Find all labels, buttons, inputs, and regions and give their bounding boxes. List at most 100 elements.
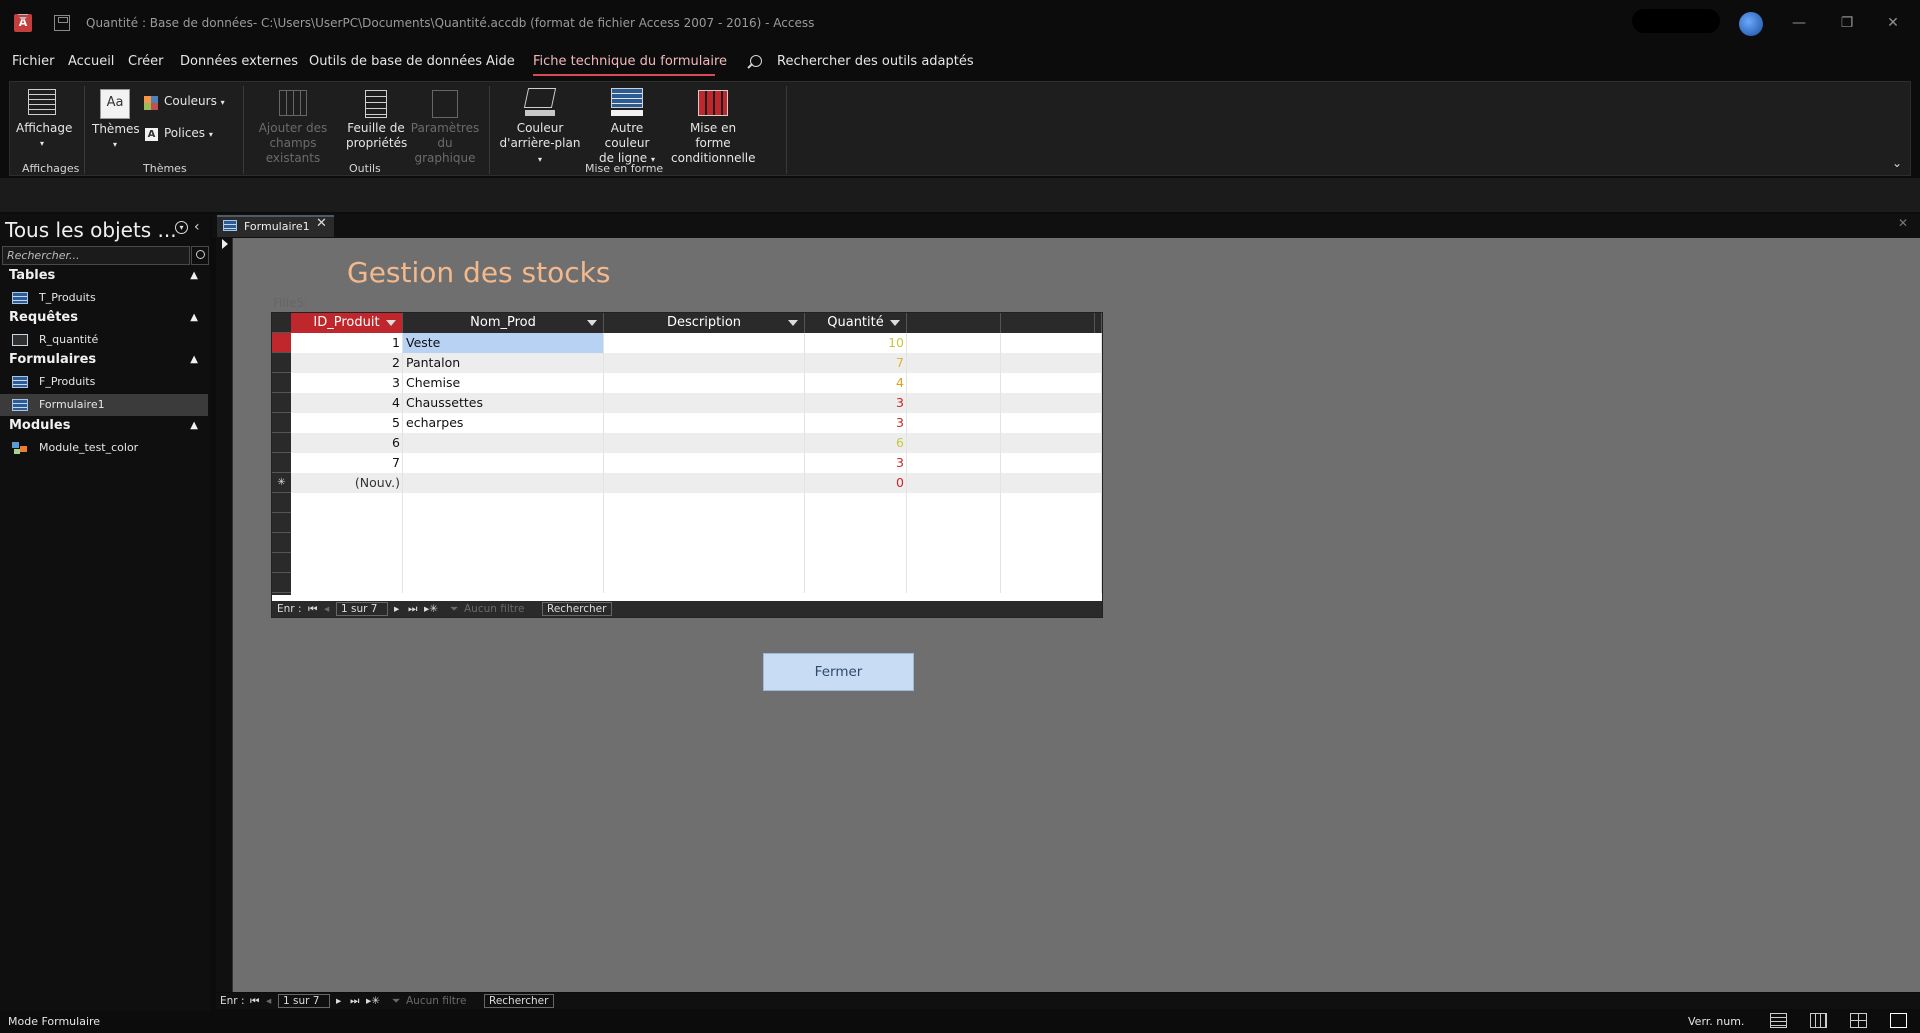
couleurs-button[interactable]: Couleurs ▾	[144, 94, 225, 112]
couleur-arriere-plan-button[interactable]: Couleur d'arrière-plan ▾	[497, 86, 583, 164]
chevron-down-icon[interactable]	[890, 320, 900, 326]
cell-id-produit[interactable]: (Nouv.)	[291, 473, 403, 493]
next-record-icon[interactable]: ▸	[336, 993, 341, 1009]
cell-nom-prod[interactable]	[403, 453, 604, 473]
cell-empty[interactable]	[1001, 353, 1102, 373]
cell-description[interactable]	[604, 473, 805, 493]
layout-view-icon[interactable]	[1850, 1013, 1867, 1028]
cell-empty[interactable]	[907, 473, 1001, 493]
cell-description[interactable]	[604, 453, 805, 473]
nav-item-formulaire1[interactable]: Formulaire1	[0, 394, 208, 416]
column-header-empty[interactable]	[907, 313, 1001, 333]
previous-record-icon[interactable]: ◂	[324, 601, 329, 617]
cell-description[interactable]	[604, 333, 805, 353]
row-selector[interactable]	[272, 353, 291, 373]
cell-id-produit[interactable]: 2	[291, 353, 403, 373]
cell-quantite[interactable]: 7	[805, 353, 907, 373]
cell-quantite[interactable]: 6	[805, 433, 907, 453]
nav-search-input[interactable]: Rechercher...	[2, 246, 190, 265]
last-record-icon[interactable]: ⏭	[350, 993, 359, 1009]
restore-button[interactable]: ❐	[1832, 10, 1862, 36]
cell-quantite[interactable]: 4	[805, 373, 907, 393]
nav-item-t-produits[interactable]: T_Produits	[0, 287, 208, 309]
account-name[interactable]	[1632, 9, 1720, 33]
close-window-button[interactable]: ✕	[1878, 10, 1908, 36]
menu-fichier[interactable]: Fichier	[12, 54, 55, 69]
menu-outils-bdd[interactable]: Outils de base de données	[309, 54, 482, 69]
autre-couleur-ligne-button[interactable]: Autre couleur de ligne ▾	[587, 86, 667, 165]
nav-item-f-produits[interactable]: F_Produits	[0, 371, 208, 393]
row-selector[interactable]	[272, 413, 291, 433]
last-record-icon[interactable]: ⏭	[408, 601, 417, 617]
nav-pane-title[interactable]: Tous les objets ...	[5, 218, 177, 242]
cell-nom-prod[interactable]	[403, 473, 604, 493]
cell-quantite[interactable]: 3	[805, 413, 907, 433]
cell-description[interactable]	[604, 393, 805, 413]
row-selector[interactable]	[272, 573, 291, 593]
row-selector[interactable]	[272, 493, 291, 513]
row-selector[interactable]	[272, 373, 291, 393]
row-selector[interactable]	[272, 333, 291, 353]
cell-quantite[interactable]: 3	[805, 453, 907, 473]
polices-button[interactable]: A Polices ▾	[144, 126, 213, 144]
menu-donnees-externes[interactable]: Données externes	[180, 54, 298, 69]
first-record-icon[interactable]: ⏮	[250, 993, 259, 1009]
select-all-corner[interactable]	[272, 313, 291, 333]
row-selector[interactable]	[272, 553, 291, 573]
cell-empty[interactable]	[907, 433, 1001, 453]
fermer-button[interactable]: Fermer	[763, 653, 914, 691]
form-record-selector[interactable]	[216, 238, 233, 992]
minimize-button[interactable]: —	[1784, 10, 1814, 36]
cell-empty[interactable]	[907, 353, 1001, 373]
avatar[interactable]	[1739, 12, 1763, 36]
feuille-proprietes-button[interactable]: Feuille de propriétés	[346, 86, 407, 156]
cell-empty[interactable]	[1001, 393, 1102, 413]
close-document-icon[interactable]: ✕	[1898, 216, 1908, 230]
search-icon[interactable]	[191, 246, 209, 265]
cell-id-produit[interactable]: 6	[291, 433, 403, 453]
cell-nom-prod[interactable]: Chaussettes	[403, 393, 604, 413]
chevron-down-icon[interactable]	[386, 320, 396, 326]
cell-nom-prod[interactable]: echarpes	[403, 413, 604, 433]
cell-description[interactable]	[604, 353, 805, 373]
cell-empty[interactable]	[1001, 433, 1102, 453]
new-record-icon[interactable]: ▸✳	[366, 993, 380, 1009]
menu-aide[interactable]: Aide	[486, 54, 515, 69]
cell-empty[interactable]	[907, 373, 1001, 393]
design-view-icon[interactable]	[1890, 1013, 1907, 1028]
row-selector[interactable]	[272, 393, 291, 413]
cell-id-produit[interactable]: 1	[291, 333, 403, 353]
cell-quantite[interactable]: 10	[805, 333, 907, 353]
chevron-down-icon[interactable]	[587, 320, 597, 326]
collapse-ribbon-icon[interactable]: ⌄	[1892, 156, 1902, 170]
nav-group-formulaires[interactable]: Formulaires ▲	[0, 350, 208, 370]
filter-status[interactable]: Aucun filtre	[464, 601, 524, 617]
search-tools-text[interactable]: Rechercher des outils adaptés	[777, 54, 974, 69]
new-record-icon[interactable]: ▸✳	[424, 601, 438, 617]
nav-item-r-quantite[interactable]: R_quantité	[0, 329, 208, 351]
parametres-graphique-button[interactable]: Paramètres du graphique	[410, 86, 480, 165]
search-icon[interactable]	[750, 55, 762, 67]
cell-empty[interactable]	[1001, 413, 1102, 433]
cell-quantite[interactable]: 3	[805, 393, 907, 413]
nav-group-requetes[interactable]: Requêtes ▲	[0, 308, 208, 328]
cell-empty[interactable]	[907, 453, 1001, 473]
record-search-input[interactable]: Rechercher	[542, 602, 612, 616]
cell-empty[interactable]	[1001, 473, 1102, 493]
customize-toolbar-icon[interactable]	[18, 14, 28, 22]
nav-group-tables[interactable]: Tables ▲	[0, 266, 208, 286]
column-header-nom-prod[interactable]: Nom_Prod	[403, 313, 604, 333]
record-position-input[interactable]: 1 sur 7	[336, 602, 388, 616]
datasheet-view-icon[interactable]	[1810, 1013, 1827, 1028]
close-icon[interactable]: ✕	[316, 216, 327, 231]
cell-id-produit[interactable]: 7	[291, 453, 403, 473]
cell-description[interactable]	[604, 373, 805, 393]
cell-nom-prod[interactable]: Pantalon	[403, 353, 604, 373]
column-header-empty[interactable]	[1001, 313, 1095, 333]
cell-empty[interactable]	[1001, 373, 1102, 393]
cell-nom-prod[interactable]: Veste	[403, 333, 604, 353]
cell-description[interactable]	[604, 413, 805, 433]
nav-menu-chevron-icon[interactable]: ▾	[175, 221, 188, 234]
cell-id-produit[interactable]: 5	[291, 413, 403, 433]
cell-empty[interactable]	[1001, 453, 1102, 473]
